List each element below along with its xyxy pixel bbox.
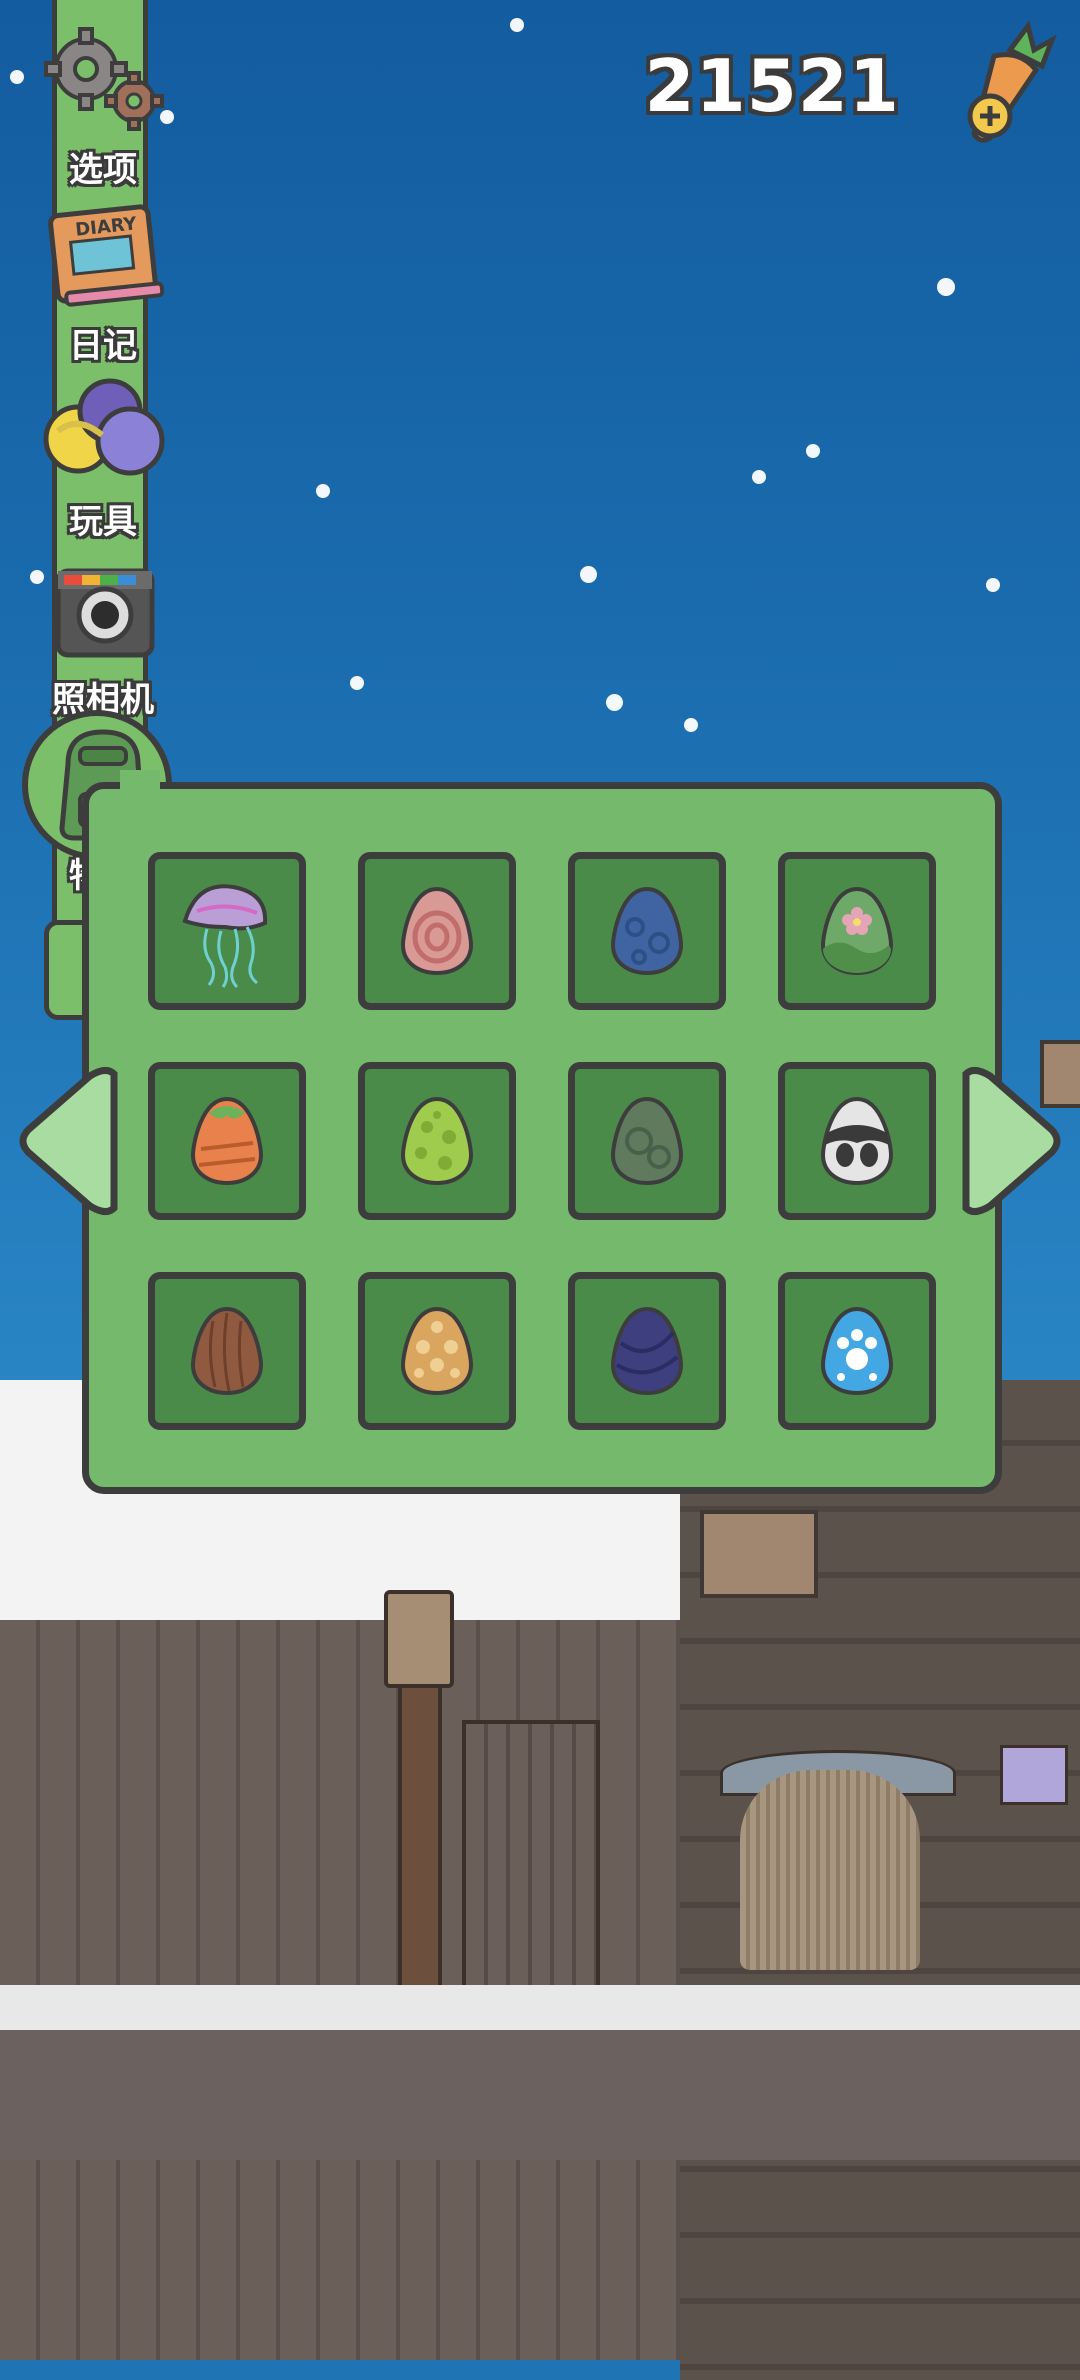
snowflake <box>806 444 820 458</box>
sidebar-item-toys[interactable]: 玩具 <box>18 370 188 543</box>
gears-icon <box>33 18 173 138</box>
panel-tab-connector <box>120 770 160 810</box>
egg-indigo-icon <box>610 1306 684 1396</box>
snowflake <box>606 694 623 711</box>
inventory-slot-egg[interactable] <box>148 1272 306 1430</box>
street <box>0 2030 1080 2160</box>
egg-wood-icon <box>190 1306 264 1396</box>
lamp-head <box>384 1590 454 1688</box>
egg-orange-leaf-icon <box>190 1096 264 1186</box>
next-page-button[interactable] <box>962 1066 1062 1216</box>
inventory-slot-egg[interactable] <box>358 852 516 1010</box>
egg-panda-icon <box>820 1096 894 1186</box>
snowflake <box>510 18 524 32</box>
inventory-slot-jellyfish[interactable] <box>148 852 306 1010</box>
wooden-door <box>462 1720 600 1998</box>
inventory-slot-egg[interactable] <box>568 1062 726 1220</box>
toys-icon <box>33 370 173 490</box>
shop-banner <box>1000 1745 1068 1805</box>
inventory-slot-egg[interactable] <box>778 852 936 1010</box>
clover-count: 21521 <box>644 44 900 128</box>
sidebar-item-label: 选项 <box>69 150 137 190</box>
snowflake <box>986 578 1000 592</box>
snowflake <box>580 566 597 583</box>
egg-flower-icon <box>820 886 894 976</box>
inventory-slot-egg[interactable] <box>568 852 726 1010</box>
egg-tan-spots-icon <box>400 1306 474 1396</box>
egg-red-rings-icon <box>400 886 474 976</box>
sidebar-item-label: 日记 <box>69 326 137 366</box>
carrot-icon <box>967 20 1057 143</box>
egg-dark-green-icon <box>610 1096 684 1186</box>
inventory-slot-egg[interactable] <box>358 1272 516 1430</box>
straw-cloaked-visitor <box>740 1770 920 1970</box>
building-window <box>700 1510 818 1598</box>
add-currency-button[interactable] <box>950 20 1060 150</box>
inventory-slot-egg[interactable] <box>358 1062 516 1220</box>
street-snow <box>0 1985 1080 2035</box>
sidebar-item-diary[interactable]: DIARY 日记 <box>18 194 188 367</box>
inventory-slot-egg[interactable] <box>568 1272 726 1430</box>
inventory-slot-egg[interactable] <box>778 1272 936 1430</box>
sidebar-item-camera[interactable]: 照相机 <box>18 548 188 721</box>
snowflake <box>684 718 698 732</box>
right-arrow-icon <box>962 1067 1061 1215</box>
prev-page-button[interactable] <box>18 1066 118 1216</box>
jellyfish-icon <box>182 884 268 989</box>
egg-blue-spots-icon <box>610 886 684 976</box>
camera-icon <box>33 548 173 668</box>
inventory-slot-egg[interactable] <box>778 1062 936 1220</box>
snowflake <box>316 484 330 498</box>
egg-green-spots-icon <box>400 1096 474 1186</box>
snowflake <box>937 278 955 296</box>
diary-icon: DIARY <box>33 194 173 314</box>
egg-blue-paw-icon <box>820 1306 894 1396</box>
snowflake <box>752 470 766 484</box>
snowflake <box>350 676 364 690</box>
sidebar-item-options[interactable]: 选项 <box>18 18 188 191</box>
left-arrow-icon <box>19 1067 118 1215</box>
sidebar-item-label: 玩具 <box>69 502 137 542</box>
inventory-slot-egg[interactable] <box>148 1062 306 1220</box>
